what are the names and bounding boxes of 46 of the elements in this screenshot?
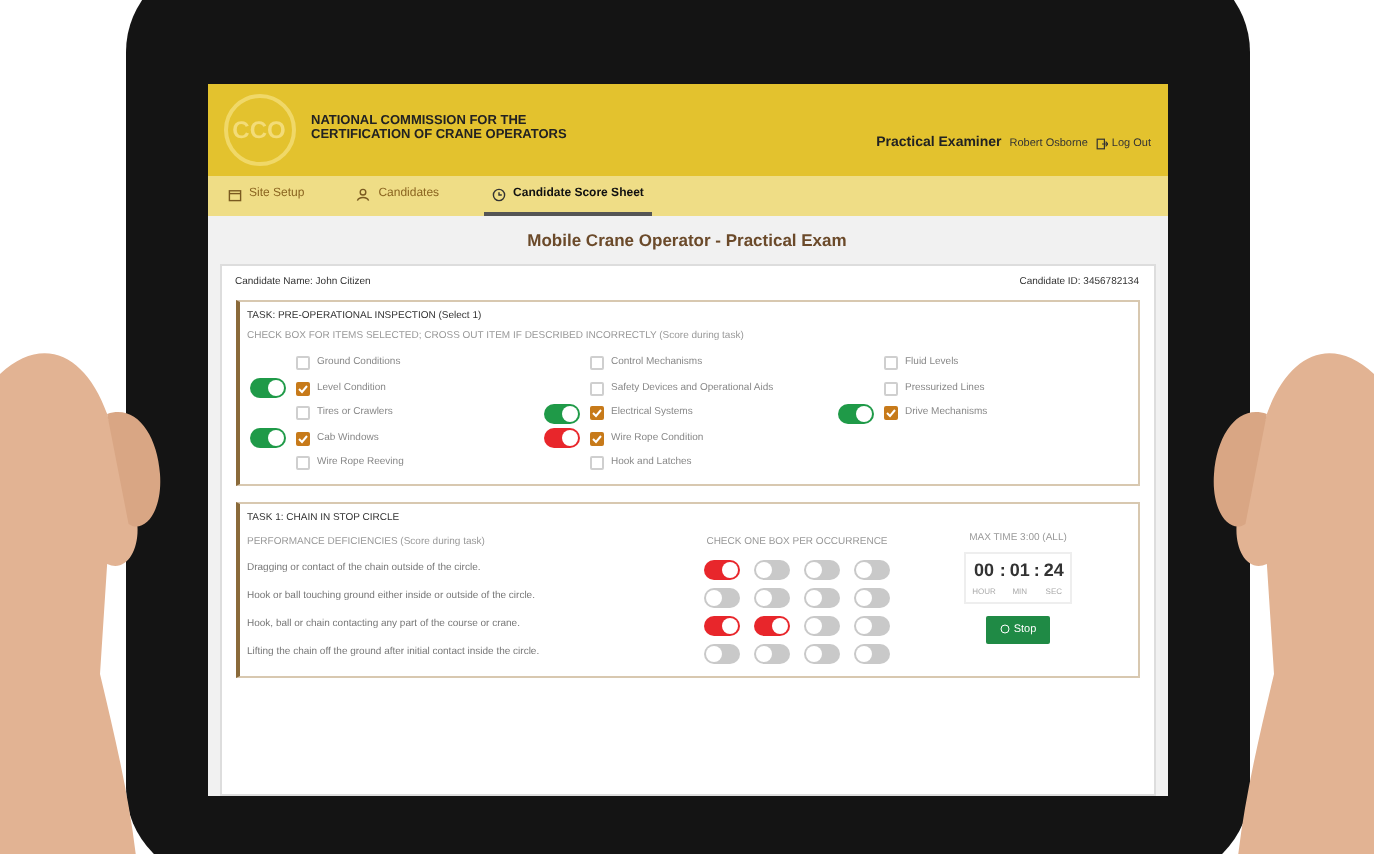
timer-value: 24 [1043,558,1064,584]
checkbox[interactable] [589,456,603,471]
page-title: Mobile Crane Operator - Practical Exam [527,227,847,253]
calendar-icon [227,187,241,201]
checkbox[interactable] [295,456,309,471]
toggle-switch[interactable] [704,615,740,635]
toggle-switch[interactable] [249,428,285,449]
toggle-switch[interactable] [854,643,890,663]
checkbox[interactable] [295,431,309,446]
toggle-switch[interactable] [804,643,840,663]
toggle-switch[interactable] [754,559,790,579]
toggle-switch[interactable] [754,615,790,635]
toggle-switch[interactable] [754,587,790,607]
timer-separator: : [1033,558,1040,584]
toggle-switch[interactable] [704,559,740,579]
user-icon [356,187,371,201]
checkbox[interactable] [589,431,603,446]
checkbox[interactable] [295,356,309,371]
clock-icon [491,187,506,201]
toggle-switch[interactable] [754,643,790,663]
toggle-switch[interactable] [837,403,873,424]
checkbox[interactable] [589,406,603,421]
stop-icon [999,624,1010,635]
checkbox[interactable] [295,406,309,421]
toggle-switch[interactable] [249,378,285,399]
toggle-switch[interactable] [854,615,890,635]
toggle-switch[interactable] [854,587,890,607]
timer-value: 01 [1009,558,1030,584]
checkbox[interactable] [883,381,897,396]
timer-value: 00 [973,558,994,584]
toggle-switch[interactable] [804,587,840,607]
checkbox[interactable] [295,381,309,396]
logout-icon [1095,138,1108,150]
timer-separator: : [999,558,1006,584]
toggle-switch[interactable] [543,403,579,424]
toggle-switch[interactable] [543,428,579,449]
logo: CCO [223,94,295,166]
toggle-switch[interactable] [804,559,840,579]
toggle-switch[interactable] [804,615,840,635]
checkbox[interactable] [883,406,897,421]
checkbox[interactable] [589,356,603,371]
checkbox[interactable] [589,381,603,396]
toggle-switch[interactable] [704,643,740,663]
toggle-switch[interactable] [704,587,740,607]
toggle-switch[interactable] [854,559,890,579]
checkbox[interactable] [883,356,897,371]
